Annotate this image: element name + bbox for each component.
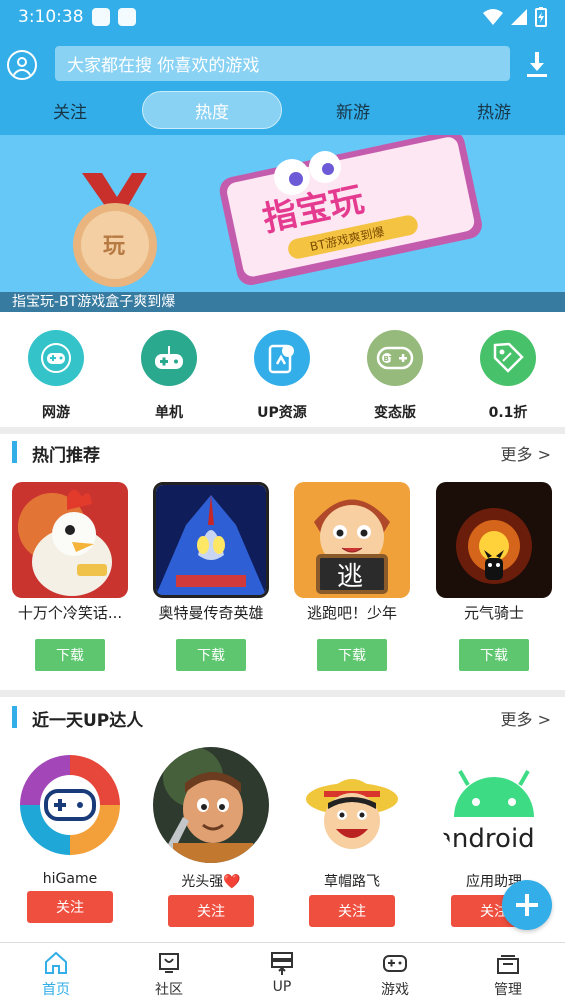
game-icon-ultraman[interactable]	[153, 482, 269, 598]
up-user-card[interactable]: 光头强❤️ 关注	[146, 747, 276, 927]
follow-button[interactable]: 关注	[168, 895, 254, 927]
battery-icon	[535, 7, 547, 27]
section-accent-bar	[12, 706, 17, 728]
nav-up[interactable]: UP	[242, 951, 322, 995]
signal-icon	[511, 9, 527, 25]
plus-icon	[516, 894, 538, 916]
download-icon[interactable]	[526, 52, 548, 78]
manage-icon	[497, 955, 519, 974]
banner-art: 玩 指宝玩 BT游戏爽到爆	[73, 135, 482, 287]
nav-home[interactable]: 首页	[16, 951, 96, 999]
tab-bar: 关注 热度 新游 热游	[0, 91, 565, 131]
bottom-nav: 首页 社区 UP 游戏 管理	[0, 942, 565, 1004]
game-card[interactable]: 十万个冷笑话... 下载	[5, 482, 135, 671]
tab-new-games[interactable]: 新游	[283, 91, 423, 129]
svg-text:BT: BT	[384, 355, 394, 363]
nav-games[interactable]: 游戏	[355, 951, 435, 999]
discount-tag-icon	[480, 330, 536, 386]
download-button[interactable]: 下载	[176, 639, 246, 671]
game-card[interactable]: 元气骑士 下载	[429, 482, 559, 671]
section-accent-bar	[12, 441, 17, 463]
status-bar: 3:10:38	[0, 0, 565, 34]
category-single-player[interactable]: 单机	[124, 330, 214, 422]
notification-icon	[117, 8, 136, 26]
search-placeholder: 大家都在搜 你喜欢的游戏	[67, 56, 260, 76]
avatar[interactable]	[294, 747, 410, 863]
joystick-icon	[141, 330, 197, 386]
medal-text: 玩	[103, 234, 125, 259]
hot-more-link[interactable]: 更多 >	[501, 441, 552, 465]
tab-popular-games[interactable]: 热游	[424, 91, 564, 129]
share-icon	[254, 330, 310, 386]
category-up-resources[interactable]: UP资源	[237, 330, 327, 422]
up-user-card[interactable]: hiGame 关注	[5, 747, 135, 923]
game-card[interactable]: 奥特曼传奇英雄 下载	[146, 482, 276, 671]
add-fab-button[interactable]	[502, 880, 552, 930]
avatar[interactable]	[153, 747, 269, 863]
community-icon	[159, 953, 179, 973]
download-button[interactable]: 下载	[35, 639, 105, 671]
android-logo-text: android	[436, 824, 535, 854]
nav-community[interactable]: 社区	[129, 951, 209, 999]
search-input[interactable]: 大家都在搜 你喜欢的游戏	[55, 46, 510, 81]
up-section-header: 近一天UP达人 更多 >	[0, 702, 565, 732]
category-discount[interactable]: 0.1折	[463, 330, 553, 422]
home-icon	[45, 951, 67, 974]
section-divider	[0, 690, 565, 697]
hot-section-header: 热门推荐 更多 >	[0, 437, 565, 467]
tab-hot[interactable]: 热度	[142, 91, 282, 129]
follow-button[interactable]: 关注	[27, 891, 113, 923]
nav-manage[interactable]: 管理	[468, 951, 548, 999]
download-button[interactable]: 下载	[459, 639, 529, 671]
status-time: 3:10:38	[18, 7, 84, 27]
category-bt-version[interactable]: BT 变态版	[350, 330, 440, 422]
user-avatar-icon[interactable]	[7, 50, 37, 80]
bt-gamepad-icon: BT	[367, 330, 423, 386]
game-icon-soul-knight[interactable]	[436, 482, 552, 598]
avatar[interactable]	[12, 747, 128, 863]
gamepad-icon	[383, 955, 407, 972]
game-card[interactable]: 逃 逃跑吧！少年 下载	[287, 482, 417, 671]
up-user-card[interactable]: 草帽路飞 关注	[287, 747, 417, 927]
up-server-icon	[271, 952, 293, 975]
top-bar: 大家都在搜 你喜欢的游戏 关注 热度 新游 热游	[0, 34, 565, 135]
notification-icon	[91, 8, 110, 26]
category-row: 网游 单机 UP资源 BT 变态版 0.1折	[0, 312, 565, 427]
gamepad-icon	[28, 330, 84, 386]
wifi-icon	[483, 9, 503, 25]
download-button[interactable]: 下载	[317, 639, 387, 671]
escape-sign-text: 逃	[337, 562, 363, 592]
section-divider	[0, 427, 565, 434]
follow-button[interactable]: 关注	[309, 895, 395, 927]
up-more-link[interactable]: 更多 >	[501, 706, 552, 730]
avatar[interactable]: android	[436, 747, 552, 863]
banner-caption: 指宝玩-BT游戏盒子爽到爆	[0, 292, 565, 312]
promo-banner[interactable]: 玩 指宝玩 BT游戏爽到爆 指宝玩-BT游戏盒子爽到爆	[0, 135, 565, 312]
hot-section-title: 热门推荐	[32, 446, 100, 466]
category-online-games[interactable]: 网游	[11, 330, 101, 422]
tab-follow[interactable]: 关注	[0, 91, 140, 129]
game-icon-chicken[interactable]	[12, 482, 128, 598]
game-icon-escape[interactable]: 逃	[294, 482, 410, 598]
up-section-title: 近一天UP达人	[32, 711, 144, 731]
